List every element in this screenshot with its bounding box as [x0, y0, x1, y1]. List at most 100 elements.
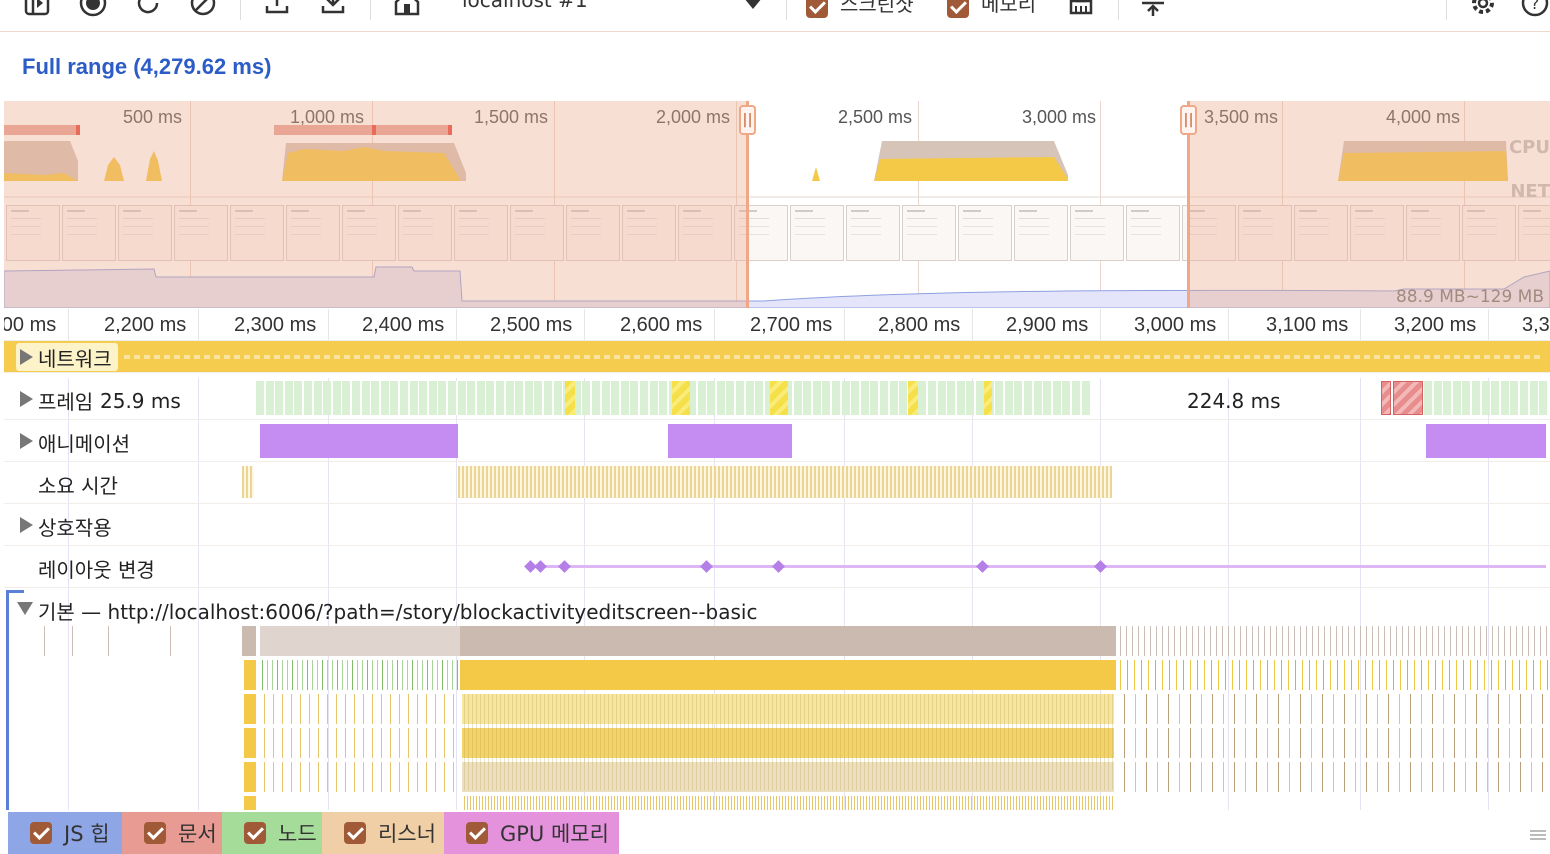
flame-subevent[interactable] — [530, 796, 531, 810]
flame-event[interactable] — [435, 728, 436, 758]
flame-subevent[interactable] — [908, 796, 909, 810]
nodes-checkbox[interactable] — [244, 822, 266, 844]
flame-event[interactable] — [1127, 660, 1128, 690]
flame-subevent[interactable] — [536, 796, 537, 810]
flame-event[interactable] — [390, 728, 391, 758]
flame-event[interactable] — [372, 694, 373, 724]
flame-subevent[interactable] — [464, 796, 465, 810]
flame-subevent[interactable] — [881, 796, 882, 810]
flame-event[interactable] — [260, 626, 460, 656]
flame-subevent[interactable] — [539, 796, 540, 810]
track-network[interactable]: 네트워크 — [4, 341, 1550, 373]
flame-event[interactable] — [242, 626, 256, 656]
flame-event[interactable] — [460, 626, 1116, 656]
flame-subevent[interactable] — [671, 796, 672, 810]
flame-subevent[interactable] — [692, 796, 693, 810]
frame-block[interactable] — [380, 381, 390, 415]
flame-event[interactable] — [1144, 626, 1145, 656]
frame-block[interactable] — [457, 381, 467, 415]
flame-event[interactable] — [1245, 728, 1246, 758]
flame-event[interactable] — [352, 660, 353, 690]
animation-bar[interactable] — [668, 424, 792, 458]
flame-event[interactable] — [1435, 660, 1436, 690]
flame-subevent[interactable] — [923, 796, 924, 810]
track-main-thread[interactable]: 기본 — http://localhost:6006/?path=/story/… — [4, 590, 1550, 810]
flame-event[interactable] — [1476, 762, 1477, 792]
frame-block[interactable] — [544, 381, 553, 415]
target-select[interactable]: localhost #1 — [462, 0, 772, 18]
flame-subevent[interactable] — [820, 694, 821, 790]
flame-event[interactable] — [1399, 728, 1400, 758]
flame-subevent[interactable] — [652, 694, 653, 790]
flame-event[interactable] — [1421, 762, 1422, 792]
flame-event[interactable] — [1168, 728, 1169, 758]
flame-event[interactable] — [1162, 660, 1163, 690]
flame-event[interactable] — [1547, 660, 1548, 690]
flame-subevent[interactable] — [719, 796, 720, 810]
flame-subevent[interactable] — [614, 796, 615, 810]
frame-block[interactable] — [1033, 381, 1043, 415]
flame-event[interactable] — [1480, 626, 1481, 656]
flame-subevent[interactable] — [821, 796, 822, 810]
flame-subevent[interactable] — [1046, 796, 1047, 810]
flame-event[interactable] — [1146, 762, 1147, 792]
flame-event[interactable] — [381, 694, 382, 724]
flame-subevent[interactable] — [791, 796, 792, 810]
flame-subevent[interactable] — [584, 694, 585, 790]
flame-event[interactable] — [332, 660, 333, 690]
documents-checkbox[interactable] — [144, 822, 166, 844]
flame-event[interactable] — [399, 694, 400, 724]
flame-event[interactable] — [1355, 762, 1356, 792]
flame-event[interactable] — [1246, 660, 1247, 690]
flame-subevent[interactable] — [520, 694, 521, 790]
frame-block[interactable] — [611, 381, 621, 415]
flame-event[interactable] — [447, 660, 448, 690]
flame-subevent[interactable] — [876, 694, 877, 790]
flame-subevent[interactable] — [782, 796, 783, 810]
flame-event[interactable] — [1132, 626, 1133, 656]
flame-event[interactable] — [282, 660, 283, 690]
flame-event[interactable] — [1138, 626, 1139, 656]
flame-event[interactable] — [291, 728, 292, 758]
flame-subevent[interactable] — [470, 796, 471, 810]
flame-subevent[interactable] — [740, 694, 741, 790]
flame-subevent[interactable] — [875, 796, 876, 810]
flame-event[interactable] — [1306, 626, 1307, 656]
flame-event[interactable] — [382, 660, 383, 690]
flame-subevent[interactable] — [1100, 796, 1101, 810]
flame-subevent[interactable] — [952, 694, 953, 790]
flame-subevent[interactable] — [628, 694, 629, 790]
flame-subevent[interactable] — [896, 796, 897, 810]
flame-subevent[interactable] — [593, 796, 594, 810]
flame-event[interactable] — [1540, 660, 1541, 690]
flame-subevent[interactable] — [665, 796, 666, 810]
frame-block[interactable] — [352, 381, 361, 415]
flame-subevent[interactable] — [734, 796, 735, 810]
frame-partial[interactable] — [672, 381, 690, 415]
flame-subevent[interactable] — [472, 694, 473, 790]
flame-event[interactable] — [1477, 660, 1478, 690]
frame-block[interactable] — [1043, 381, 1053, 415]
flame-subevent[interactable] — [482, 796, 483, 810]
flame-subevent[interactable] — [1032, 694, 1033, 790]
flame-subevent[interactable] — [672, 694, 673, 790]
frame-block[interactable] — [400, 381, 409, 415]
flame-subevent[interactable] — [480, 694, 481, 790]
flame-subevent[interactable] — [587, 796, 588, 810]
flame-subevent[interactable] — [515, 796, 516, 810]
flame-event[interactable] — [273, 728, 274, 758]
flame-subevent[interactable] — [1094, 796, 1095, 810]
flame-event[interactable] — [1294, 626, 1295, 656]
frame-block[interactable] — [937, 381, 947, 415]
flame-event[interactable] — [407, 660, 408, 690]
flame-event[interactable] — [1201, 728, 1202, 758]
flame-subevent[interactable] — [1058, 796, 1059, 810]
flame-subevent[interactable] — [680, 694, 681, 790]
flame-subevent[interactable] — [830, 796, 831, 810]
frame-block[interactable] — [275, 381, 285, 415]
flame-subevent[interactable] — [1056, 694, 1057, 790]
flame-event[interactable] — [1180, 626, 1181, 656]
flame-subevent[interactable] — [748, 694, 749, 790]
frame-block[interactable] — [1539, 381, 1549, 415]
flame-subevent[interactable] — [647, 796, 648, 810]
